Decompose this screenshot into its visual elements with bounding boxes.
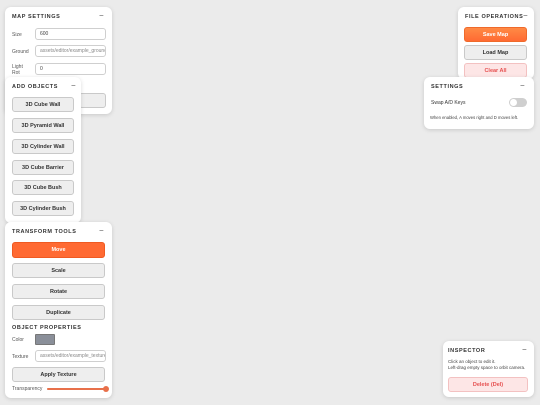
- clear-all-button[interactable]: Clear All: [464, 63, 527, 78]
- add-objects-title: ADD OBJECTS: [12, 84, 59, 90]
- map-settings-title: MAP SETTINGS: [12, 14, 61, 20]
- transform-tools-collapse-button[interactable]: −: [99, 227, 104, 235]
- file-operations-title: FILE OPERATIONS: [465, 14, 524, 20]
- apply-texture-button[interactable]: Apply Texture: [12, 367, 105, 382]
- inspector-collapse-button[interactable]: −: [522, 346, 527, 354]
- file-operations-panel: FILE OPERATIONS − Save Map Load Map Clea…: [458, 7, 534, 79]
- add-cylinder-bush-button[interactable]: 3D Cylinder Bush: [12, 201, 74, 216]
- settings-title: SETTINGS: [431, 84, 464, 90]
- inspector-hint-line2: Left-drag empty space to orbit camera.: [448, 365, 526, 370]
- scale-tool-button[interactable]: Scale: [12, 263, 105, 278]
- add-objects-panel: ADD OBJECTS − 3D Cube Wall 3D Pyramid Wa…: [5, 77, 81, 223]
- light-rot-label: Light Rot: [12, 64, 23, 76]
- add-pyramid-wall-button[interactable]: 3D Pyramid Wall: [12, 118, 74, 133]
- save-map-button[interactable]: Save Map: [464, 27, 527, 42]
- duplicate-button[interactable]: Duplicate: [12, 305, 105, 320]
- transparency-label: Transparency: [12, 386, 43, 392]
- transparency-fill: [47, 388, 106, 390]
- texture-input[interactable]: assets/editor/example_texture: [35, 350, 106, 362]
- transparency-thumb[interactable]: [103, 386, 109, 392]
- rotate-tool-button[interactable]: Rotate: [12, 284, 105, 299]
- delete-button[interactable]: Delete (Del): [448, 377, 528, 392]
- add-objects-collapse-button[interactable]: −: [71, 82, 76, 90]
- add-cylinder-wall-button[interactable]: 3D Cylinder Wall: [12, 139, 74, 154]
- toggle-knob: [510, 99, 517, 106]
- map-settings-hidden-button[interactable]: [79, 93, 106, 108]
- add-cube-bush-button[interactable]: 3D Cube Bush: [12, 180, 74, 195]
- settings-collapse-button[interactable]: −: [520, 82, 525, 90]
- inspector-title: INSPECTOR: [448, 348, 486, 354]
- color-swatch[interactable]: [35, 334, 55, 345]
- texture-label: Texture: [12, 354, 29, 360]
- load-map-button[interactable]: Load Map: [464, 45, 527, 60]
- light-rot-input[interactable]: 0: [35, 63, 106, 75]
- object-properties-title: OBJECT PROPERTIES: [12, 325, 82, 331]
- add-cube-barrier-button[interactable]: 3D Cube Barrier: [12, 160, 74, 175]
- size-input[interactable]: 600: [35, 28, 106, 40]
- size-label: Size: [12, 32, 22, 38]
- ground-label: Ground: [12, 49, 29, 55]
- add-cube-wall-button[interactable]: 3D Cube Wall: [12, 97, 74, 112]
- transparency-slider[interactable]: [47, 386, 109, 392]
- swap-ad-keys-toggle[interactable]: [509, 98, 527, 107]
- swap-ad-keys-label: Swap A/D Keys: [431, 100, 466, 106]
- transform-tools-title: TRANSFORM TOOLS: [12, 229, 77, 235]
- transform-tools-panel: TRANSFORM TOOLS − Move Scale Rotate Dupl…: [5, 222, 112, 398]
- settings-panel: SETTINGS − Swap A/D Keys When enabled, A…: [424, 77, 534, 129]
- file-operations-collapse-button[interactable]: −: [523, 12, 528, 20]
- move-tool-button[interactable]: Move: [12, 242, 105, 258]
- map-settings-collapse-button[interactable]: −: [99, 12, 104, 20]
- swap-ad-keys-description: When enabled, A moves right and D moves …: [430, 115, 519, 120]
- ground-input[interactable]: assets/editor/example_ground: [35, 45, 106, 57]
- inspector-panel: INSPECTOR − Click an object to edit it. …: [443, 341, 534, 397]
- color-label: Color: [12, 337, 24, 343]
